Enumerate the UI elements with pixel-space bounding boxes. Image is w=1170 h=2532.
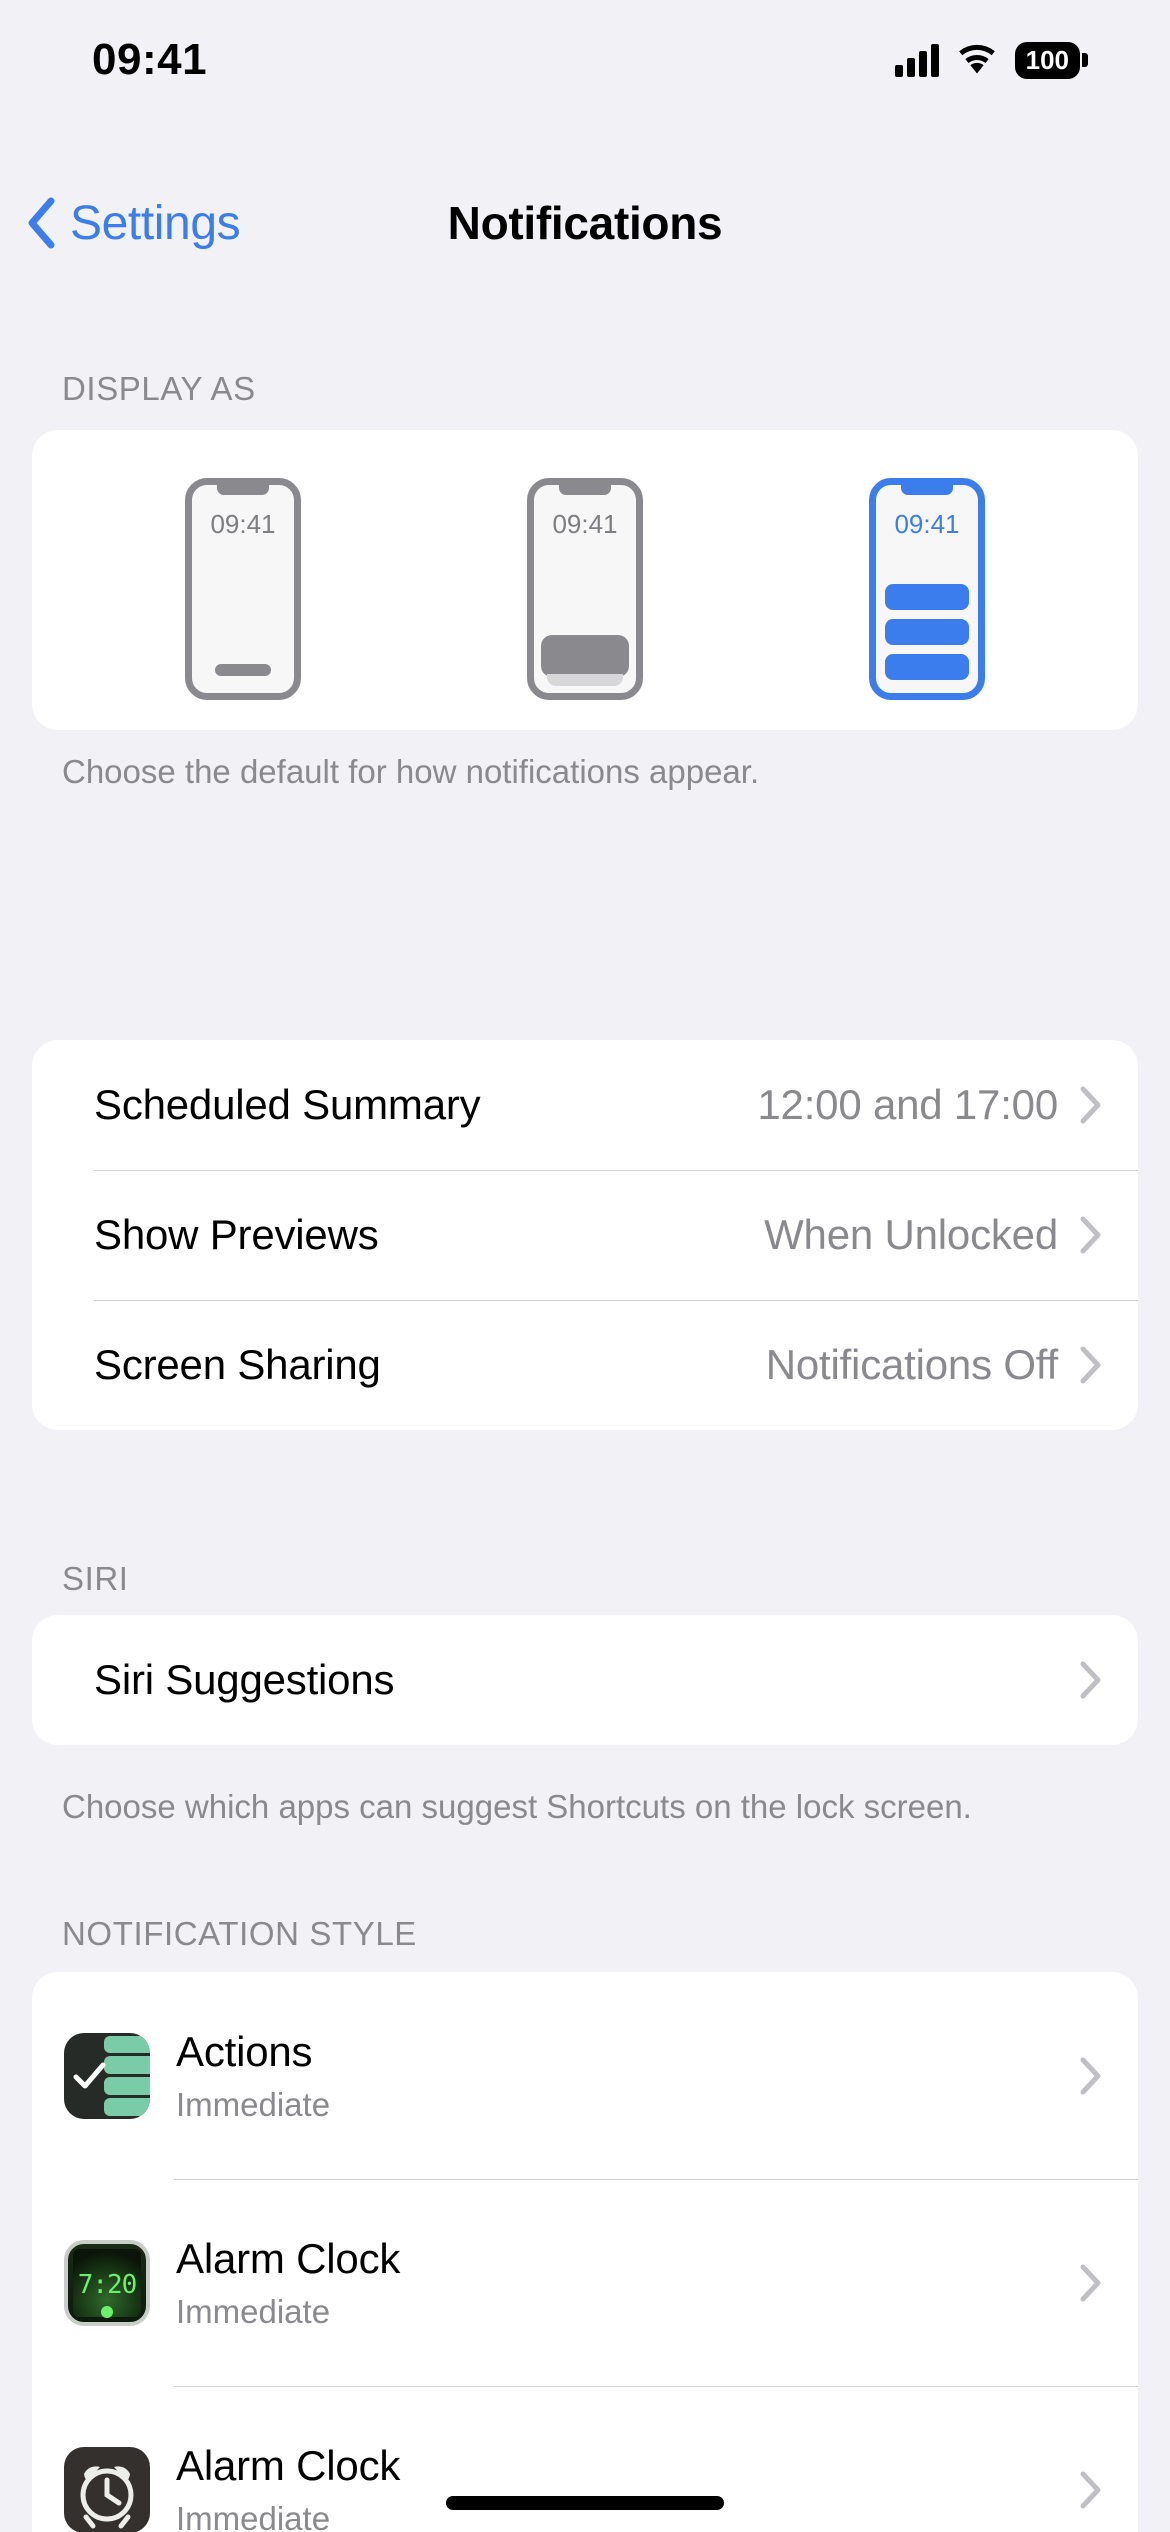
row-value: 12:00 and 17:00 [757, 1081, 1058, 1128]
alarm-bell-icon [80, 2465, 134, 2528]
preview-time: 09:41 [894, 509, 960, 539]
app-row-alarm-clock-radio[interactable]: 7:20 Alarm Clock Immediate [32, 2179, 1138, 2386]
notification-style-card: Actions Immediate 7:20 Alarm Clock Immed… [32, 1972, 1138, 2532]
stack-phone-preview: 09:41 [527, 478, 643, 700]
list-phone-preview: 09:41 [869, 478, 985, 700]
chevron-right-icon [1080, 1346, 1101, 1384]
status-bar-time: 09:41 [92, 35, 208, 84]
chevron-right-icon [1080, 1661, 1101, 1699]
phone-notch-icon [217, 484, 269, 495]
display-option-count[interactable]: 09:41 Count [133, 478, 353, 730]
chevron-right-icon [1080, 2471, 1101, 2508]
iphone-screen: 09:41 100 Settings Notifications DISPLAY… [0, 0, 1170, 2532]
siri-card: Siri Suggestions [32, 1615, 1138, 1745]
actions-app-icon [64, 2032, 150, 2119]
display-as-footnote: Choose the default for how notifications… [62, 753, 760, 790]
notification-style-section-header: NOTIFICATION STYLE [62, 1915, 417, 1952]
count-phone-preview: 09:41 [185, 478, 301, 700]
display-as-card: 09:41 Count 09:41 Stack 09:41 [32, 430, 1138, 730]
navigation-bar: Settings Notifications [0, 168, 1170, 278]
preview-time: 09:41 [552, 509, 618, 539]
status-bar-indicators: 100 [894, 41, 1080, 79]
row-title: Screen Sharing [94, 1341, 381, 1388]
alarm-clock-app-icon [64, 2446, 150, 2532]
row-value: Notifications Off [765, 1341, 1058, 1388]
page-title: Notifications [447, 197, 723, 249]
row-title: Siri Suggestions [94, 1656, 395, 1703]
siri-footnote: Choose which apps can suggest Shortcuts … [62, 1788, 972, 1825]
battery-icon: 100 [1014, 41, 1080, 79]
app-row-actions[interactable]: Actions Immediate [32, 1972, 1138, 2179]
display-option-list[interactable]: 09:41 List [817, 478, 1037, 730]
app-name: Alarm Clock [176, 2441, 401, 2489]
preview-time: 09:41 [210, 509, 276, 539]
row-title: Show Previews [94, 1211, 379, 1258]
app-style: Immediate [176, 2085, 331, 2123]
count-badge-shape [215, 664, 271, 676]
stacked-cards-shape [541, 635, 629, 686]
app-style: Immediate [176, 2292, 331, 2330]
row-screen-sharing[interactable]: Screen Sharing Notifications Off [32, 1300, 1138, 1430]
chevron-right-icon [1080, 2264, 1101, 2301]
app-name: Actions [176, 2027, 313, 2075]
chevron-right-icon [1080, 1086, 1101, 1124]
siri-section-header: SIRI [62, 1560, 129, 1597]
battery-level: 100 [1025, 44, 1069, 75]
alarm-icon-time: 7:20 [77, 2269, 138, 2300]
chevron-right-icon [1080, 2057, 1101, 2094]
wifi-icon [955, 43, 999, 77]
row-value: When Unlocked [764, 1211, 1058, 1258]
phone-notch-icon [559, 484, 611, 495]
app-style: Immediate [176, 2499, 331, 2532]
row-siri-suggestions[interactable]: Siri Suggestions [32, 1615, 1138, 1745]
chevron-right-icon [1080, 1216, 1101, 1254]
home-indicator[interactable] [446, 2496, 724, 2510]
phone-notch-icon [901, 484, 953, 495]
list-rows-shape [885, 584, 969, 680]
notification-settings-card: Scheduled Summary 12:00 and 17:00 Show P… [32, 1040, 1138, 1430]
app-row-alarm-clock[interactable]: Alarm Clock Immediate [32, 2386, 1138, 2532]
row-show-previews[interactable]: Show Previews When Unlocked [32, 1170, 1138, 1300]
status-bar: 09:41 100 [0, 0, 1170, 120]
row-scheduled-summary[interactable]: Scheduled Summary 12:00 and 17:00 [32, 1040, 1138, 1170]
app-name: Alarm Clock [176, 2234, 401, 2282]
cellular-bars-icon [894, 43, 939, 77]
alarm-clock-radio-app-icon: 7:20 [64, 2239, 150, 2326]
checkmark-icon [73, 2062, 106, 2088]
display-option-stack[interactable]: 09:41 Stack [475, 478, 695, 730]
row-title: Scheduled Summary [94, 1081, 481, 1128]
display-as-section-header: DISPLAY AS [62, 370, 256, 407]
